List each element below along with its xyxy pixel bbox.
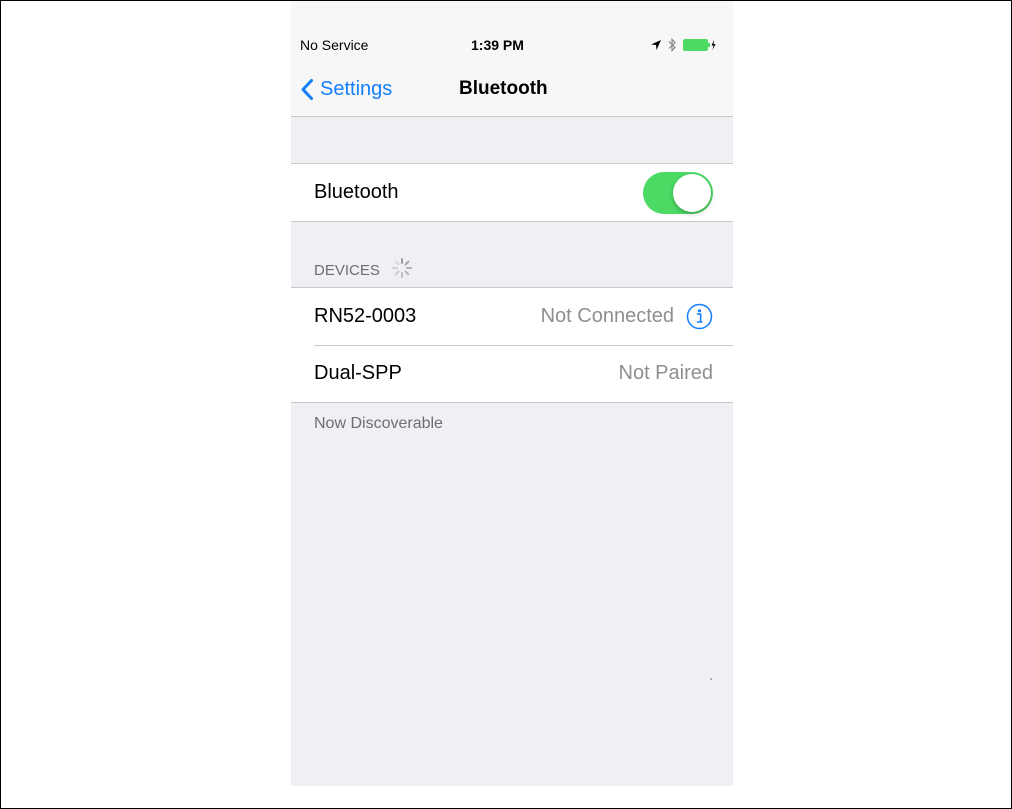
info-icon[interactable]	[686, 303, 713, 330]
bluetooth-section: Bluetooth	[291, 163, 733, 222]
bluetooth-icon	[668, 38, 677, 52]
back-button-label: Settings	[320, 77, 393, 100]
chevron-left-icon	[301, 78, 313, 100]
spinner-icon	[390, 256, 414, 284]
device-status: Not Connected	[540, 305, 674, 327]
device-name: Dual-SPP	[314, 362, 402, 384]
device-row[interactable]: RN52-0003 Not Connected	[291, 288, 733, 345]
page-title: Bluetooth	[459, 78, 548, 99]
battery-charging-icon	[683, 38, 717, 52]
device-row[interactable]: Dual-SPP Not Paired	[291, 345, 733, 402]
bluetooth-toggle[interactable]	[643, 171, 713, 214]
navigation-bar: Settings Bluetooth	[291, 69, 733, 109]
toggle-knob	[673, 173, 711, 212]
device-name: RN52-0003	[314, 305, 417, 327]
location-arrow-icon	[650, 39, 662, 51]
status-icons	[650, 37, 717, 53]
carrier-label: No Service	[300, 37, 369, 53]
top-bar: No Service 1:39 PM Settings Bluetooth	[291, 1, 733, 117]
devices-section: RN52-0003 Not Connected Dual-SPP Not Pai…	[291, 287, 733, 403]
device-status: Not Paired	[618, 362, 714, 384]
devices-header: DEVICES	[314, 256, 414, 284]
bluetooth-row-label: Bluetooth	[314, 181, 399, 203]
status-time: 1:39 PM	[471, 37, 524, 53]
discoverable-footer: Now Discoverable	[314, 415, 443, 432]
status-bar: No Service 1:39 PM	[291, 1, 733, 53]
back-button[interactable]: Settings	[301, 69, 392, 109]
stray-dot	[710, 678, 712, 680]
bluetooth-row: Bluetooth	[291, 164, 733, 221]
screenshot-frame: No Service 1:39 PM Settings Bluetooth Bl…	[0, 0, 1012, 809]
phone-screen: No Service 1:39 PM Settings Bluetooth Bl…	[291, 1, 733, 786]
devices-header-label: DEVICES	[314, 261, 380, 279]
